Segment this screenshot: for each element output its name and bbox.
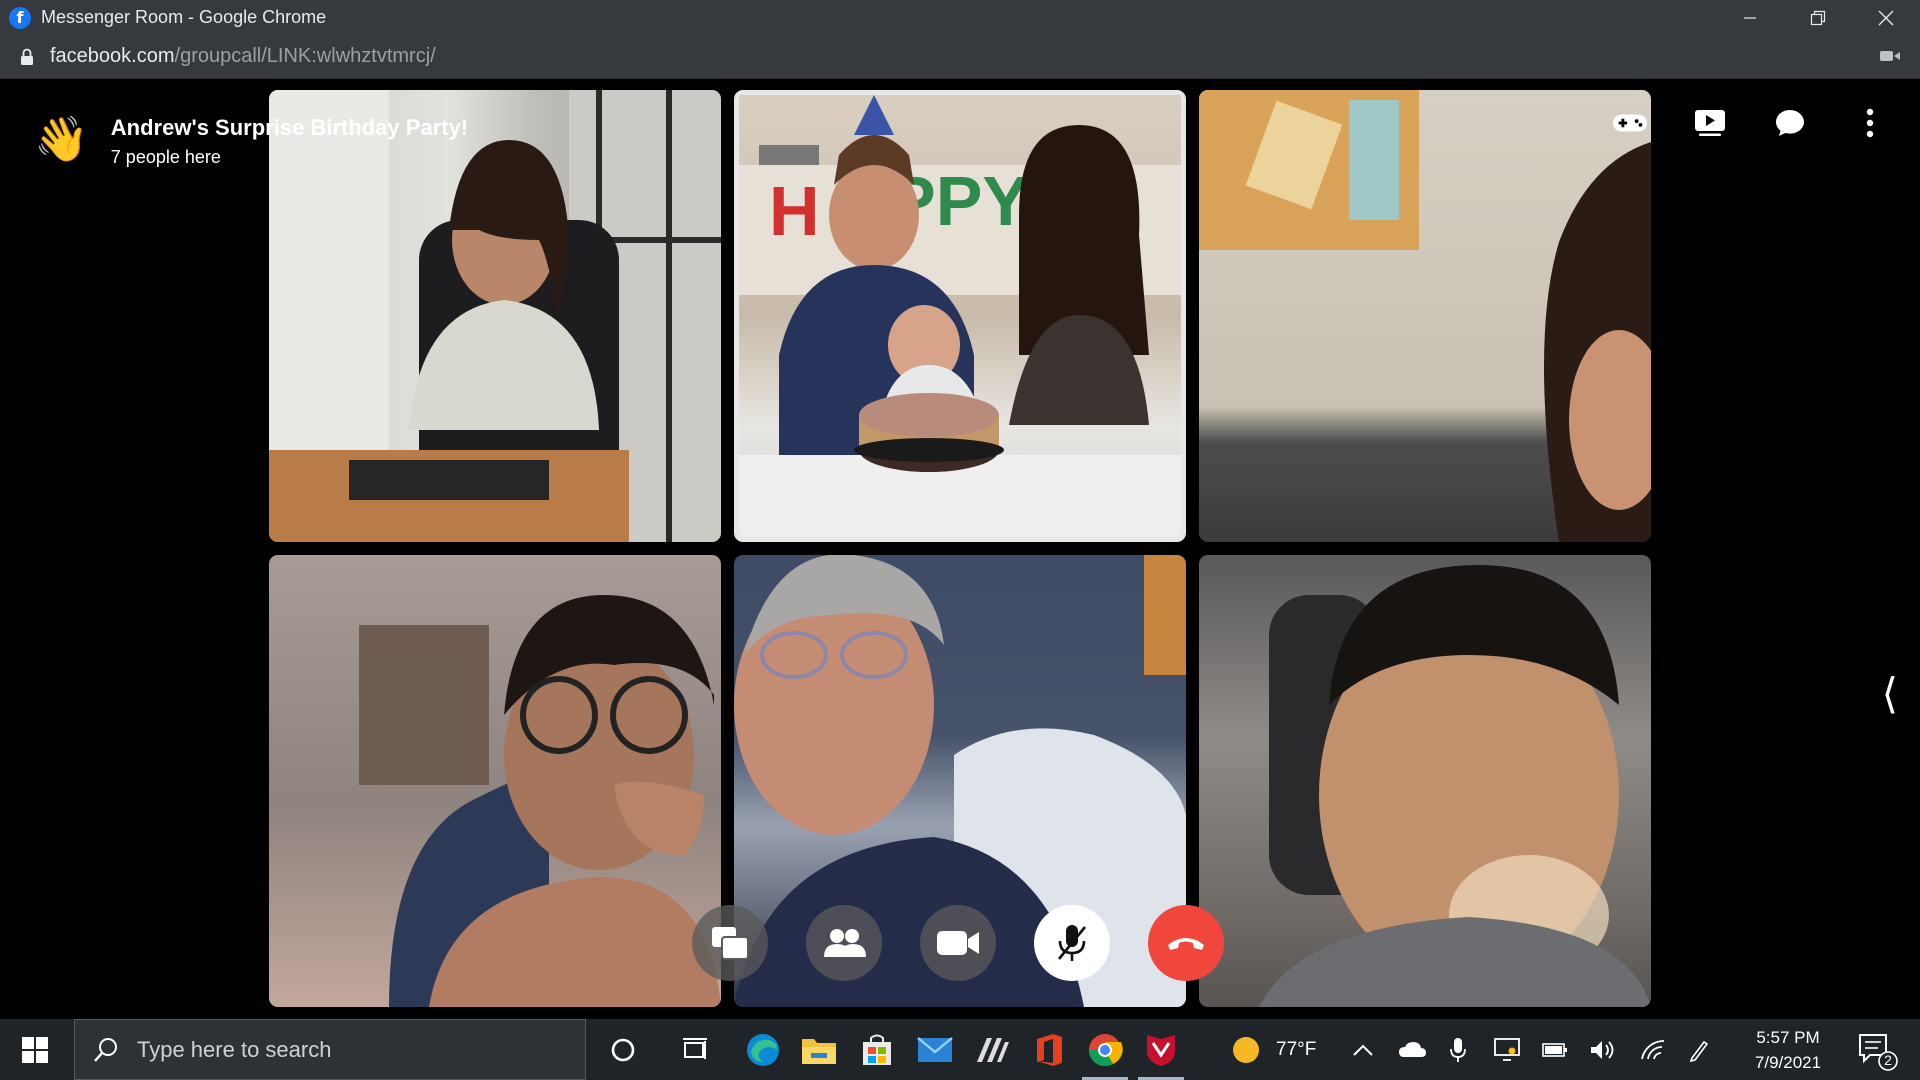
more-options-icon[interactable] — [1852, 105, 1888, 141]
participant-count: 7 people here — [110, 147, 221, 167]
participant-video-tile-active-speaker[interactable]: H PPY — [734, 90, 1186, 542]
pen-workspace-icon[interactable] — [1688, 1019, 1710, 1080]
url-host: facebook.com — [50, 45, 175, 67]
search-icon — [93, 1037, 119, 1063]
url-text[interactable]: facebook.com/groupcall/LINK:wlwhztvtmrcj… — [50, 45, 436, 68]
clock-time: 5:57 PM — [1756, 1028, 1820, 1047]
taskbar-clock[interactable]: 5:57 PM 7/9/2021 — [1718, 1025, 1858, 1075]
minimize-icon[interactable] — [1716, 0, 1784, 35]
lock-icon[interactable] — [20, 48, 34, 66]
restore-icon[interactable] — [1784, 0, 1852, 35]
microphone-icon[interactable] — [1450, 1019, 1466, 1080]
windows-start-icon[interactable] — [0, 1019, 70, 1080]
facebook-f-icon: f — [9, 6, 31, 29]
file-explorer-icon[interactable] — [790, 1019, 848, 1080]
svg-text:H: H — [769, 172, 820, 250]
show-hidden-icons-icon[interactable] — [1352, 1019, 1374, 1080]
close-icon[interactable] — [1852, 0, 1920, 35]
collapse-sidebar-icon[interactable]: ⟨ — [1882, 669, 1898, 718]
room-header: 👋 Andrew's Surprise Birthday Party! 7 pe… — [34, 115, 468, 168]
end-call-icon[interactable] — [1148, 905, 1224, 981]
room-title: Andrew's Surprise Birthday Party! — [110, 115, 469, 140]
search-placeholder: Type here to search — [137, 1036, 332, 1062]
participant-silhouette: H PPY — [739, 95, 1181, 537]
windows-taskbar: Type here to search 77°F 5:57 PM 7/9/202… — [0, 1019, 1920, 1080]
participant-silhouette — [1259, 565, 1651, 1007]
waving-hand-icon: 👋 — [34, 114, 89, 165]
address-bar[interactable]: facebook.com/groupcall/LINK:wlwhztvtmrcj… — [0, 35, 1920, 79]
sun-icon — [1232, 1036, 1260, 1064]
clock-date: 7/9/2021 — [1754, 1053, 1822, 1072]
task-view-icon[interactable] — [666, 1019, 724, 1080]
mcafee-icon[interactable] — [1132, 1019, 1190, 1080]
room-top-actions — [1612, 105, 1888, 141]
action-center-icon[interactable]: 2 — [1854, 1031, 1900, 1071]
mail-icon[interactable] — [906, 1019, 964, 1080]
volume-icon[interactable] — [1590, 1019, 1616, 1080]
wifi-icon[interactable] — [1640, 1019, 1666, 1080]
games-icon[interactable] — [1612, 105, 1648, 141]
participant-video-tile[interactable] — [269, 555, 721, 1007]
weather-temperature: 77°F — [1276, 1038, 1317, 1060]
chat-icon[interactable] — [1772, 105, 1808, 141]
cortana-icon[interactable] — [594, 1019, 652, 1080]
window-title: Messenger Room - Google Chrome — [41, 7, 327, 27]
microsoft-store-icon[interactable] — [848, 1019, 906, 1080]
participants-icon[interactable] — [806, 905, 882, 981]
notification-count: 2 — [1884, 1052, 1892, 1068]
call-controls — [692, 905, 1224, 981]
participant-silhouette — [359, 595, 721, 1007]
url-path: /groupcall/LINK:wlwhztvtmrcj/ — [174, 45, 436, 67]
video-camera-icon[interactable] — [920, 905, 996, 981]
chrome-icon[interactable] — [1076, 1019, 1134, 1080]
office-icon[interactable] — [1020, 1019, 1078, 1080]
window-controls — [1716, 0, 1920, 35]
camera-in-use-icon[interactable] — [1880, 48, 1900, 69]
participant-video-tile[interactable] — [1199, 555, 1651, 1007]
display-settings-icon[interactable] — [1494, 1019, 1520, 1080]
browser-title-bar: f Messenger Room - Google Chrome — [0, 0, 1920, 35]
edge-browser-icon[interactable] — [734, 1019, 792, 1080]
microphone-muted-icon[interactable] — [1034, 905, 1110, 981]
screen-share-icon[interactable] — [692, 905, 768, 981]
watch-together-icon[interactable] — [1692, 105, 1728, 141]
onedrive-cloud-icon[interactable] — [1398, 1019, 1426, 1080]
weather-widget[interactable]: 77°F — [1232, 1019, 1316, 1080]
battery-icon[interactable] — [1542, 1019, 1568, 1080]
app-launcher-icon[interactable] — [964, 1019, 1022, 1080]
taskbar-search-box[interactable]: Type here to search — [74, 1019, 586, 1080]
participant-video-tile[interactable] — [1199, 90, 1651, 542]
messenger-room: 👋 Andrew's Surprise Birthday Party! 7 pe… — [0, 79, 1920, 1019]
participant-silhouette — [1199, 90, 1651, 542]
